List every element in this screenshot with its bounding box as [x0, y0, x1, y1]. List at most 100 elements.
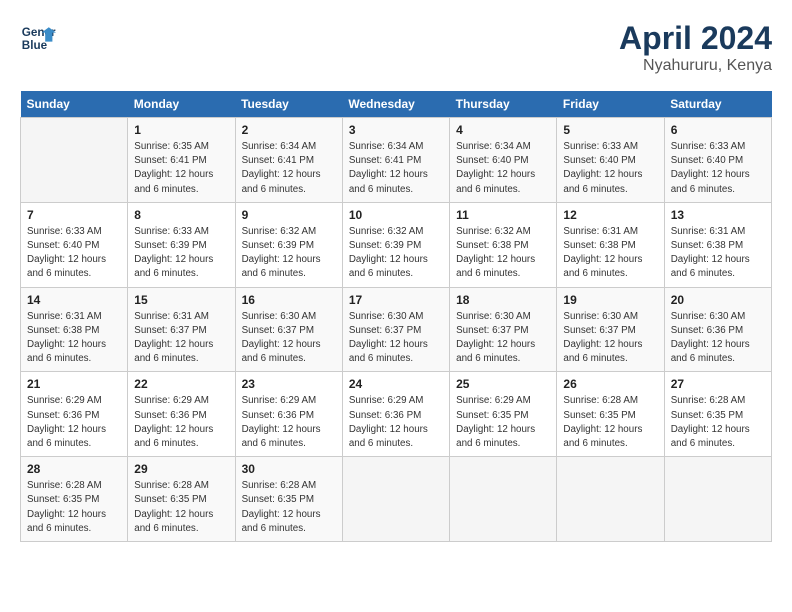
calendar-cell: 21 Sunrise: 6:29 AM Sunset: 6:36 PM Dayli…: [21, 372, 128, 457]
day-number: 7: [27, 208, 121, 222]
calendar-cell: 17 Sunrise: 6:30 AM Sunset: 6:37 PM Dayli…: [342, 287, 449, 372]
day-info: Sunrise: 6:28 AM Sunset: 6:35 PM Dayligh…: [242, 479, 336, 536]
day-header-monday: Monday: [128, 91, 235, 118]
calendar-cell: [342, 457, 449, 542]
day-number: 2: [242, 123, 336, 137]
day-number: 4: [456, 123, 550, 137]
day-info: Sunrise: 6:30 AM Sunset: 6:37 PM Dayligh…: [242, 310, 336, 367]
day-number: 17: [349, 293, 443, 307]
day-info: Sunrise: 6:33 AM Sunset: 6:40 PM Dayligh…: [27, 225, 121, 282]
day-info: Sunrise: 6:30 AM Sunset: 6:37 PM Dayligh…: [349, 310, 443, 367]
day-number: 19: [563, 293, 657, 307]
day-number: 11: [456, 208, 550, 222]
day-info: Sunrise: 6:28 AM Sunset: 6:35 PM Dayligh…: [27, 479, 121, 536]
day-info: Sunrise: 6:34 AM Sunset: 6:41 PM Dayligh…: [242, 140, 336, 197]
day-number: 15: [134, 293, 228, 307]
calendar-cell: 25 Sunrise: 6:29 AM Sunset: 6:35 PM Dayli…: [450, 372, 557, 457]
day-number: 1: [134, 123, 228, 137]
day-number: 18: [456, 293, 550, 307]
calendar-cell: 20Sunrise: 6:30 AM Sunset: 6:36 PM Dayli…: [664, 287, 771, 372]
day-info: Sunrise: 6:29 AM Sunset: 6:36 PM Dayligh…: [27, 394, 121, 451]
day-number: 5: [563, 123, 657, 137]
calendar-cell: 16 Sunrise: 6:30 AM Sunset: 6:37 PM Dayli…: [235, 287, 342, 372]
calendar-cell: 6 Sunrise: 6:33 AM Sunset: 6:40 PM Daylig…: [664, 118, 771, 203]
calendar-cell: [664, 457, 771, 542]
day-info: Sunrise: 6:28 AM Sunset: 6:35 PM Dayligh…: [134, 479, 228, 536]
day-header-friday: Friday: [557, 91, 664, 118]
calendar-cell: 13 Sunrise: 6:31 AM Sunset: 6:38 PM Dayli…: [664, 202, 771, 287]
day-number: 13: [671, 208, 765, 222]
calendar-cell: 10Sunrise: 6:32 AM Sunset: 6:39 PM Dayli…: [342, 202, 449, 287]
day-number: 21: [27, 377, 121, 391]
day-info: Sunrise: 6:28 AM Sunset: 6:35 PM Dayligh…: [563, 394, 657, 451]
day-info: Sunrise: 6:29 AM Sunset: 6:36 PM Dayligh…: [134, 394, 228, 451]
day-number: 8: [134, 208, 228, 222]
day-info: Sunrise: 6:32 AM Sunset: 6:39 PM Dayligh…: [242, 225, 336, 282]
day-info: Sunrise: 6:30 AM Sunset: 6:37 PM Dayligh…: [456, 310, 550, 367]
day-number: 26: [563, 377, 657, 391]
day-info: Sunrise: 6:32 AM Sunset: 6:38 PM Dayligh…: [456, 225, 550, 282]
location-title: Nyahururu, Kenya: [619, 57, 772, 75]
calendar-cell: 3Sunrise: 6:34 AM Sunset: 6:41 PM Daylig…: [342, 118, 449, 203]
day-number: 9: [242, 208, 336, 222]
title-area: April 2024 Nyahururu, Kenya: [619, 20, 772, 75]
day-number: 6: [671, 123, 765, 137]
day-info: Sunrise: 6:32 AM Sunset: 6:39 PM Dayligh…: [349, 225, 443, 282]
calendar-body: 1 Sunrise: 6:35 AM Sunset: 6:41 PM Daylig…: [21, 118, 772, 542]
day-number: 25: [456, 377, 550, 391]
week-row-2: 7 Sunrise: 6:33 AM Sunset: 6:40 PM Daylig…: [21, 202, 772, 287]
calendar-cell: 11 Sunrise: 6:32 AM Sunset: 6:38 PM Dayli…: [450, 202, 557, 287]
week-row-4: 21 Sunrise: 6:29 AM Sunset: 6:36 PM Dayli…: [21, 372, 772, 457]
day-number: 12: [563, 208, 657, 222]
day-number: 27: [671, 377, 765, 391]
calendar-cell: 28 Sunrise: 6:28 AM Sunset: 6:35 PM Dayli…: [21, 457, 128, 542]
day-number: 16: [242, 293, 336, 307]
day-info: Sunrise: 6:31 AM Sunset: 6:38 PM Dayligh…: [27, 310, 121, 367]
svg-text:Blue: Blue: [22, 39, 48, 52]
week-row-3: 14 Sunrise: 6:31 AM Sunset: 6:38 PM Dayli…: [21, 287, 772, 372]
day-info: Sunrise: 6:29 AM Sunset: 6:35 PM Dayligh…: [456, 394, 550, 451]
day-info: Sunrise: 6:33 AM Sunset: 6:40 PM Dayligh…: [671, 140, 765, 197]
day-info: Sunrise: 6:28 AM Sunset: 6:35 PM Dayligh…: [671, 394, 765, 451]
day-header-saturday: Saturday: [664, 91, 771, 118]
calendar-cell: 2 Sunrise: 6:34 AM Sunset: 6:41 PM Daylig…: [235, 118, 342, 203]
calendar-table: SundayMondayTuesdayWednesdayThursdayFrid…: [20, 91, 772, 542]
day-info: Sunrise: 6:30 AM Sunset: 6:37 PM Dayligh…: [563, 310, 657, 367]
day-header-tuesday: Tuesday: [235, 91, 342, 118]
logo-icon: General Blue: [20, 20, 56, 56]
day-number: 29: [134, 462, 228, 476]
day-info: Sunrise: 6:30 AM Sunset: 6:36 PM Dayligh…: [671, 310, 765, 367]
calendar-cell: 9 Sunrise: 6:32 AM Sunset: 6:39 PM Daylig…: [235, 202, 342, 287]
calendar-cell: 7 Sunrise: 6:33 AM Sunset: 6:40 PM Daylig…: [21, 202, 128, 287]
day-number: 14: [27, 293, 121, 307]
day-info: Sunrise: 6:33 AM Sunset: 6:39 PM Dayligh…: [134, 225, 228, 282]
calendar-cell: 15Sunrise: 6:31 AM Sunset: 6:37 PM Dayli…: [128, 287, 235, 372]
calendar-cell: 24Sunrise: 6:29 AM Sunset: 6:36 PM Dayli…: [342, 372, 449, 457]
day-info: Sunrise: 6:33 AM Sunset: 6:40 PM Dayligh…: [563, 140, 657, 197]
day-number: 3: [349, 123, 443, 137]
calendar-cell: 18 Sunrise: 6:30 AM Sunset: 6:37 PM Dayli…: [450, 287, 557, 372]
calendar-cell: 1 Sunrise: 6:35 AM Sunset: 6:41 PM Daylig…: [128, 118, 235, 203]
calendar-cell: 26 Sunrise: 6:28 AM Sunset: 6:35 PM Dayli…: [557, 372, 664, 457]
calendar-cell: [450, 457, 557, 542]
calendar-cell: 5 Sunrise: 6:33 AM Sunset: 6:40 PM Daylig…: [557, 118, 664, 203]
calendar-cell: 12 Sunrise: 6:31 AM Sunset: 6:38 PM Dayli…: [557, 202, 664, 287]
day-number: 28: [27, 462, 121, 476]
calendar-cell: 23 Sunrise: 6:29 AM Sunset: 6:36 PM Dayli…: [235, 372, 342, 457]
calendar-cell: 27 Sunrise: 6:28 AM Sunset: 6:35 PM Dayli…: [664, 372, 771, 457]
week-row-5: 28 Sunrise: 6:28 AM Sunset: 6:35 PM Dayli…: [21, 457, 772, 542]
day-info: Sunrise: 6:35 AM Sunset: 6:41 PM Dayligh…: [134, 140, 228, 197]
day-info: Sunrise: 6:31 AM Sunset: 6:38 PM Dayligh…: [671, 225, 765, 282]
calendar-cell: 14 Sunrise: 6:31 AM Sunset: 6:38 PM Dayli…: [21, 287, 128, 372]
calendar-cell: 22 Sunrise: 6:29 AM Sunset: 6:36 PM Dayli…: [128, 372, 235, 457]
calendar-cell: 8 Sunrise: 6:33 AM Sunset: 6:39 PM Daylig…: [128, 202, 235, 287]
calendar-cell: 29 Sunrise: 6:28 AM Sunset: 6:35 PM Dayli…: [128, 457, 235, 542]
day-number: 22: [134, 377, 228, 391]
day-info: Sunrise: 6:31 AM Sunset: 6:38 PM Dayligh…: [563, 225, 657, 282]
day-number: 30: [242, 462, 336, 476]
week-row-1: 1 Sunrise: 6:35 AM Sunset: 6:41 PM Daylig…: [21, 118, 772, 203]
header: General Blue General Blue April 2024 Nya…: [20, 20, 772, 75]
day-info: Sunrise: 6:29 AM Sunset: 6:36 PM Dayligh…: [242, 394, 336, 451]
calendar-cell: [21, 118, 128, 203]
day-number: 23: [242, 377, 336, 391]
